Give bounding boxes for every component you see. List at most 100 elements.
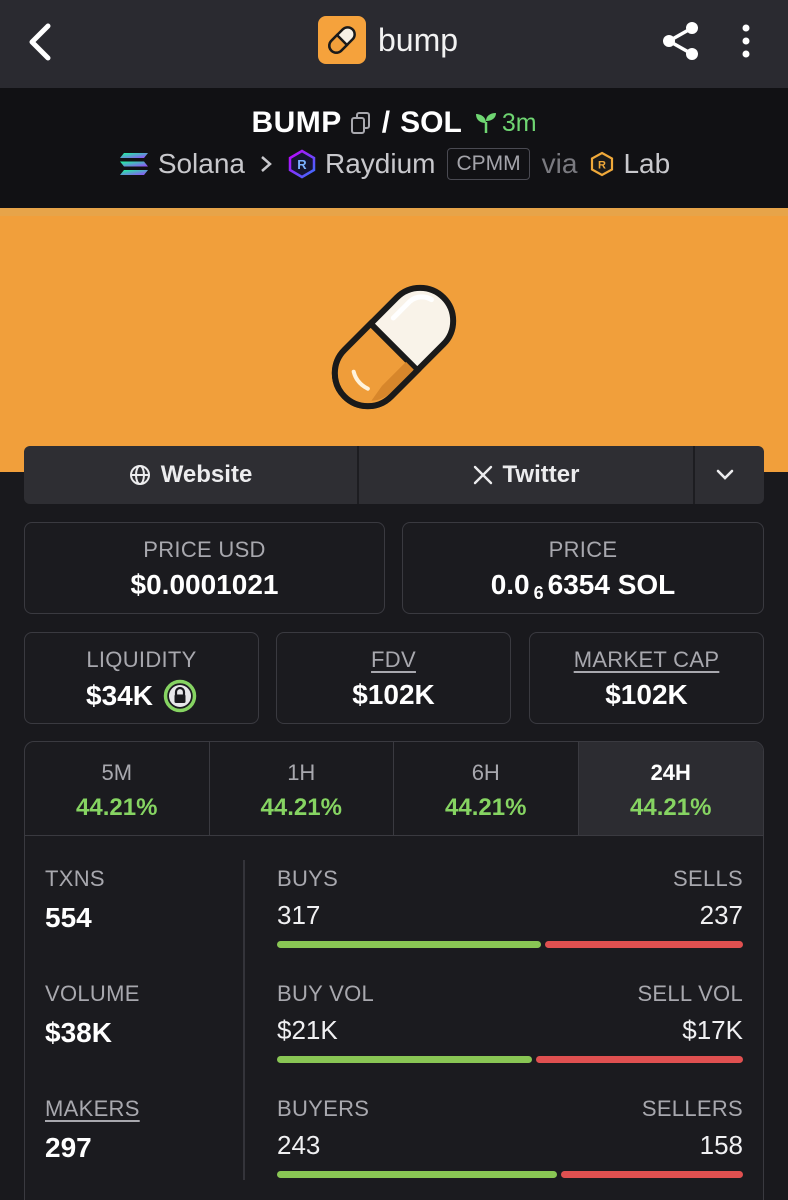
tab-label: 1H [287, 760, 316, 785]
banner-edge [0, 208, 788, 216]
volume-split: BUY VOL SELL VOL $21K $17K [277, 981, 743, 1063]
overflow-menu-button[interactable] [734, 20, 758, 62]
token-banner [0, 208, 788, 472]
buys-value: 317 [277, 900, 321, 930]
launchpad-name[interactable]: Lab [623, 148, 670, 180]
tab-1h[interactable]: 1H 44.21% [210, 742, 394, 835]
price-native-label: PRICE [548, 537, 618, 562]
tab-5m[interactable]: 5M 44.21% [25, 742, 210, 835]
pool-type-badge: CPMM [447, 148, 530, 180]
token-name: bump [378, 21, 459, 58]
copy-icon[interactable] [350, 111, 372, 135]
buys-label: BUYS [277, 866, 339, 891]
pill-icon [328, 26, 356, 54]
solana-icon [119, 153, 148, 175]
price-native-prefix: 0.0 [490, 569, 530, 600]
makers-metric[interactable]: MAKERS 297 [45, 1096, 235, 1164]
tab-24h[interactable]: 24H 44.21% [578, 742, 763, 835]
price-native-zeros: 6 [533, 582, 544, 603]
sellers-label: SELLERS [641, 1096, 743, 1121]
share-button[interactable] [660, 20, 702, 62]
chain-name[interactable]: Solana [158, 148, 245, 180]
dex-name[interactable]: Raydium [325, 148, 435, 180]
buy-bar [277, 941, 542, 948]
makers-value: 297 [45, 1132, 92, 1163]
liquidity-label: LIQUIDITY [86, 647, 197, 672]
pair-age-value: 3m [501, 108, 537, 137]
volume-bar [277, 1056, 743, 1063]
svg-text:R: R [598, 160, 606, 172]
token-logo [318, 16, 366, 64]
makers-split: BUYERS SELLERS 243 158 [277, 1096, 743, 1178]
price-change: 44.21% [260, 794, 342, 821]
token-brand: bump [318, 16, 458, 64]
fdv-card[interactable]: FDV $102K [276, 632, 511, 724]
twitter-button[interactable]: Twitter [359, 446, 695, 504]
buy-bar [277, 1171, 557, 1178]
sell-vol-label: SELL VOL [637, 981, 743, 1006]
price-change: 44.21% [445, 794, 527, 821]
chain-breadcrumb: Solana R Raydium CPMM via R Lab [0, 148, 788, 180]
quote-symbol: SOL [400, 106, 462, 139]
lab-icon: R [591, 151, 614, 177]
buyers-value: 243 [277, 1130, 321, 1160]
sell-bar [545, 941, 743, 948]
volume-label: VOLUME [45, 981, 140, 1006]
base-symbol: BUMP [251, 106, 342, 139]
timeframe-tabs: 5M 44.21% 1H 44.21% 6H 44.21% 24H 44.21% [25, 742, 763, 836]
share-icon [663, 22, 698, 60]
volume-metric: VOLUME $38K [45, 981, 235, 1049]
chevron-right-icon [261, 156, 272, 172]
buys-sells-split: BUYS SELLS 317 237 [277, 866, 743, 948]
x-logo-icon [473, 465, 492, 485]
globe-icon [129, 465, 150, 485]
txns-metric: TXNS 554 [45, 866, 235, 934]
pair-title: BUMP / SOL 3m [0, 106, 788, 140]
makers-label: MAKERS [45, 1096, 140, 1121]
price-usd-value: $0.0001021 [130, 569, 279, 600]
more-links-button[interactable] [695, 446, 764, 504]
sells-value: 237 [699, 900, 743, 930]
back-button[interactable] [22, 20, 62, 64]
liquidity-card: LIQUIDITY $34K [24, 632, 259, 724]
more-vertical-icon [742, 24, 750, 58]
price-native-suffix: 6354 SOL [547, 569, 676, 600]
market-cap-card[interactable]: MARKET CAP $102K [529, 632, 764, 724]
svg-text:R: R [297, 157, 307, 172]
buy-vol-label: BUY VOL [277, 981, 375, 1006]
tab-label: 24H [650, 760, 691, 785]
links-bar: Website Twitter [24, 446, 764, 504]
back-arrow-icon [29, 23, 51, 61]
via-label: via [541, 148, 578, 179]
price-change: 44.21% [630, 794, 712, 821]
sells-label: SELLS [673, 866, 743, 891]
chevron-down-icon [716, 469, 733, 480]
pair-age: 3m [474, 109, 537, 138]
website-button[interactable]: Website [24, 446, 359, 504]
locked-liquidity-icon[interactable] [163, 679, 197, 713]
buyers-label: BUYERS [277, 1096, 370, 1121]
column-divider [243, 860, 245, 1180]
liquidity-value: $34K [86, 680, 153, 711]
sell-bar [536, 1056, 743, 1063]
txns-value: 554 [45, 902, 92, 933]
fdv-label: FDV [371, 647, 416, 672]
buy-bar [277, 1056, 533, 1063]
pill-banner-image [331, 284, 457, 410]
website-label: Website [160, 461, 253, 488]
liquidity-value-row: $34K [25, 679, 258, 713]
sellers-value: 158 [699, 1130, 743, 1160]
volume-value: $38K [45, 1017, 112, 1048]
pair-header: BUMP / SOL 3m Solana R Raydium CPMM via … [0, 88, 788, 208]
price-native-value: 0.0 6 6354 SOL [403, 569, 763, 603]
price-usd-label: PRICE USD [143, 537, 266, 562]
price-change: 44.21% [76, 794, 158, 821]
top-bar: bump [0, 0, 788, 88]
market-cap-label: MARKET CAP [573, 647, 720, 672]
price-usd-card: PRICE USD $0.0001021 [24, 522, 385, 614]
buys-sells-bar [277, 941, 743, 948]
twitter-label: Twitter [502, 461, 580, 488]
sell-vol-value: $17K [682, 1015, 743, 1045]
pair-separator: / [381, 106, 391, 139]
tab-6h[interactable]: 6H 44.21% [394, 742, 579, 835]
